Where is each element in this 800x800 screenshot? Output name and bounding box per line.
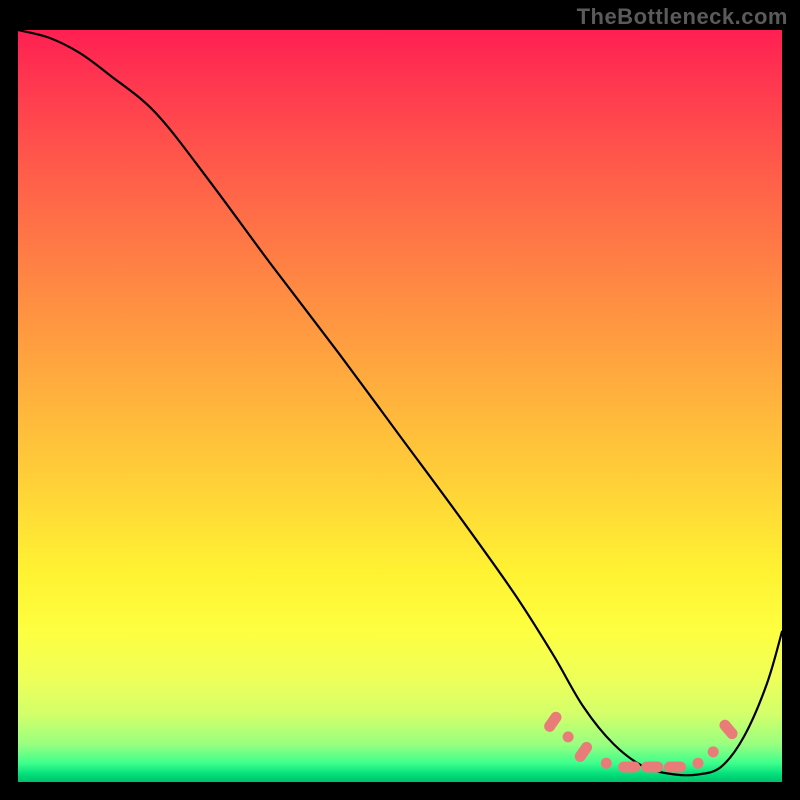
- chart-svg: [18, 30, 782, 782]
- curve-marker-lozenge: [717, 717, 740, 741]
- curve-marker-dot: [693, 758, 704, 769]
- curve-marker-dot: [601, 758, 612, 769]
- app-frame: TheBottleneck.com: [0, 0, 800, 800]
- curve-marker-lozenge: [641, 762, 663, 773]
- curve-marker-lozenge: [664, 762, 686, 773]
- curve-marker-lozenge: [573, 740, 595, 764]
- curve-marker-lozenge: [542, 710, 564, 734]
- marker-layer: [542, 710, 740, 773]
- curve-marker-dot: [563, 731, 574, 742]
- bottleneck-curve: [18, 30, 782, 775]
- curve-marker-dot: [708, 746, 719, 757]
- curve-marker-lozenge: [618, 762, 640, 773]
- plot-area: [18, 30, 782, 782]
- watermark-label: TheBottleneck.com: [577, 4, 788, 30]
